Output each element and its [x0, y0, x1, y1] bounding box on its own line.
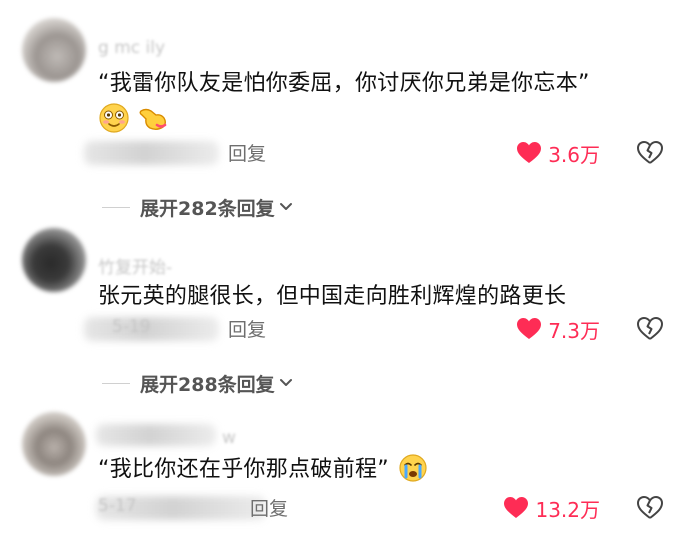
blurred-username: [96, 424, 216, 446]
reply-button[interactable]: 回复: [228, 139, 266, 166]
comment-meta: 5-19 回复 7.3万: [0, 313, 690, 345]
chevron-down-icon: [279, 203, 292, 210]
username[interactable]: g mc ily: [98, 38, 165, 58]
flushed-smile-emoji: [99, 103, 129, 133]
comment-text-content: “我雷你队友是怕你委屈，你讨厌你兄弟是你忘本”: [98, 71, 590, 96]
expand-replies-button[interactable]: 展开282条回复: [102, 192, 293, 222]
expand-replies-button[interactable]: 展开288条回复: [102, 368, 293, 398]
like-button[interactable]: 3.6万: [516, 137, 600, 169]
like-count: 13.2万: [535, 497, 600, 522]
pointing-hand-emoji: [139, 108, 167, 130]
expand-replies-label: 展开288条回复: [140, 373, 275, 396]
reply-button[interactable]: 回复: [250, 494, 288, 521]
broken-heart-icon[interactable]: [636, 495, 664, 521]
username[interactable]: 竹复开始-: [98, 253, 172, 278]
blurred-date: [84, 141, 219, 165]
comment-meta: 回复 3.6万: [0, 137, 690, 169]
like-button[interactable]: 13.2万: [503, 492, 600, 524]
like-button[interactable]: 7.3万: [516, 313, 600, 345]
like-count: 7.3万: [548, 318, 600, 343]
heart-filled-icon: [504, 497, 529, 518]
expand-replies-label: 展开282条回复: [140, 197, 275, 220]
comment-text: 张元英的腿很长，但中国走向胜利辉煌的路更长: [98, 282, 566, 312]
comment-text-content: 张元英的腿很长，但中国走向胜利辉煌的路更长: [98, 284, 567, 309]
comment-text-content: “我比你还在乎你那点破前程”: [98, 457, 389, 482]
broken-heart-icon[interactable]: [636, 140, 664, 166]
chevron-down-icon: [279, 379, 292, 386]
avatar[interactable]: [22, 228, 86, 292]
divider-line: [102, 382, 130, 384]
heart-filled-icon: [517, 318, 542, 339]
crying-face-emoji: [399, 454, 427, 482]
comment-date: 5-17: [98, 496, 137, 516]
emoji-row: [98, 102, 171, 134]
divider-line: [102, 206, 130, 208]
broken-heart-icon[interactable]: [636, 316, 664, 342]
heart-filled-icon: [517, 142, 542, 163]
comment-meta: 5-17 回复 13.2万: [0, 492, 690, 524]
like-count: 3.6万: [548, 142, 600, 167]
blurred-date: [84, 317, 219, 341]
comment-text: “我雷你队友是怕你委屈，你讨厌你兄弟是你忘本”: [98, 69, 590, 99]
avatar[interactable]: [22, 18, 86, 82]
avatar[interactable]: [22, 412, 86, 476]
username[interactable]: w: [222, 428, 236, 448]
reply-button[interactable]: 回复: [228, 315, 266, 342]
comment-text: “我比你还在乎你那点破前程”: [98, 454, 428, 485]
comment-date: 5-19: [112, 317, 151, 337]
